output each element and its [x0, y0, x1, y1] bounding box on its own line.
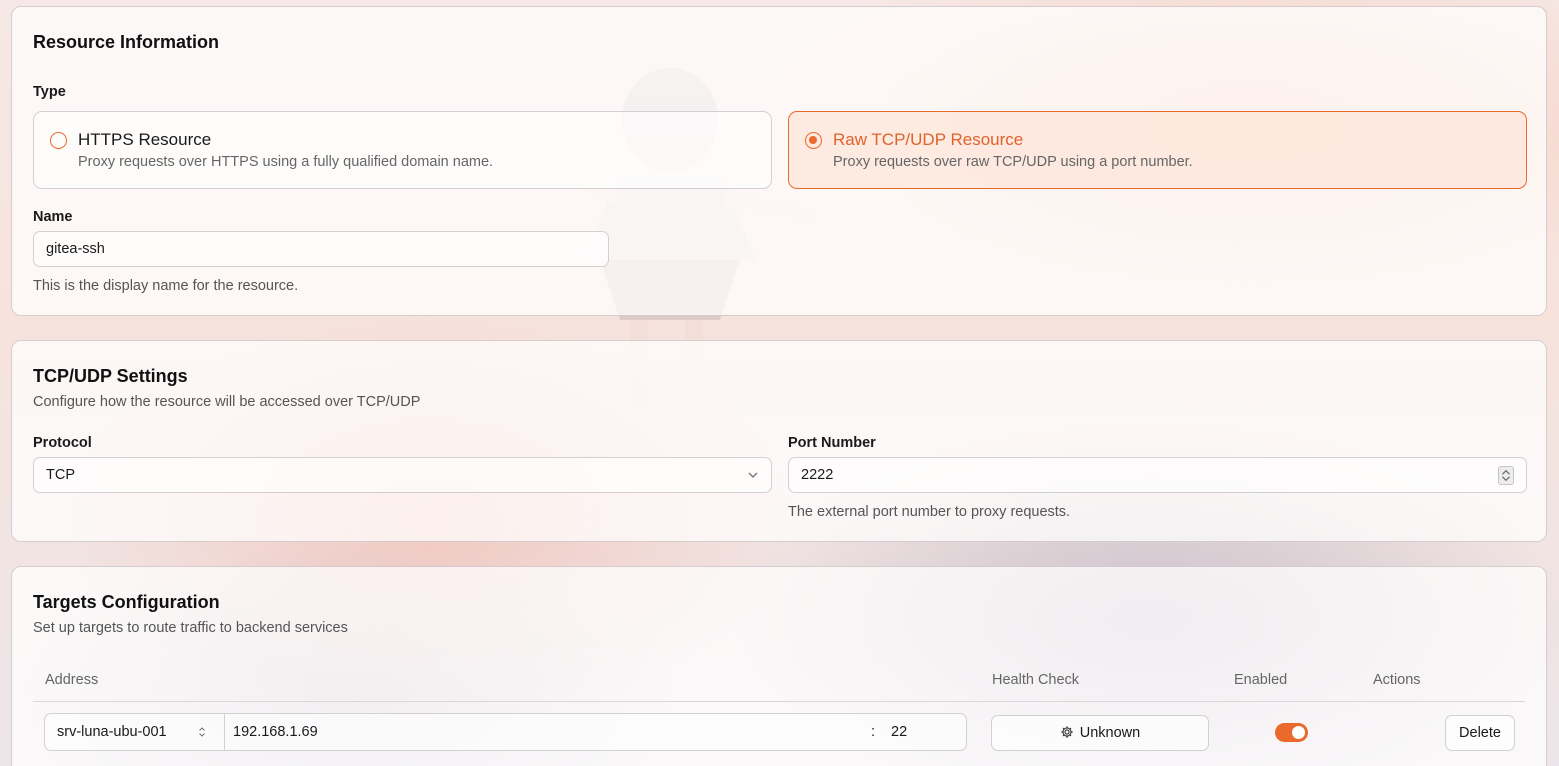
health-check-button[interactable]: Unknown [991, 715, 1209, 751]
section-description: Set up targets to route traffic to backe… [33, 620, 348, 636]
tcp-udp-settings-card: TCP/UDP Settings Configure how the resou… [11, 340, 1547, 542]
number-stepper-icon[interactable] [1498, 466, 1514, 485]
option-title: Raw TCP/UDP Resource [833, 130, 1024, 149]
port-number-value: 2222 [801, 467, 834, 483]
radio-selected-icon[interactable] [805, 132, 822, 149]
radio-unselected-icon[interactable] [50, 132, 67, 149]
column-header-actions: Actions [1373, 672, 1421, 688]
protocol-select[interactable]: TCP [33, 457, 772, 493]
address-input-group: srv-luna-ubu-001 192.168.1.69 : 22 [44, 713, 967, 751]
column-header-enabled: Enabled [1234, 672, 1288, 688]
name-input[interactable]: gitea-ssh [33, 231, 609, 267]
protocol-label: Protocol [33, 435, 92, 451]
chevron-updown-icon [199, 727, 205, 737]
type-label: Type [33, 84, 66, 100]
health-status-text: Unknown [1079, 725, 1141, 741]
section-title: TCP/UDP Settings [33, 366, 188, 386]
section-title: Resource Information [33, 32, 220, 52]
raw-tcp-udp-resource-option[interactable]: Raw TCP/UDP Resource Proxy requests over… [788, 111, 1527, 189]
port-number-input[interactable]: 2222 [788, 457, 1527, 493]
gear-icon [1061, 726, 1073, 738]
table-divider [33, 701, 1525, 702]
toggle-knob [1292, 726, 1305, 739]
protocol-value: TCP [46, 467, 75, 483]
https-resource-option[interactable]: HTTPS Resource Proxy requests over HTTPS… [33, 111, 772, 189]
name-helper-text: This is the display name for the resourc… [33, 278, 299, 294]
column-header-health-check: Health Check [992, 672, 1080, 688]
column-header-address: Address [45, 672, 99, 688]
name-label: Name [33, 209, 73, 225]
port-number-label: Port Number [788, 435, 876, 451]
delete-target-button[interactable]: Delete [1445, 715, 1515, 751]
option-title: HTTPS Resource [78, 130, 212, 149]
chevron-down-icon [748, 472, 758, 478]
section-title: Targets Configuration [33, 592, 220, 612]
targets-configuration-card: Targets Configuration Set up targets to … [11, 566, 1547, 766]
resource-information-card: Resource Information Type HTTPS Resource… [11, 6, 1547, 316]
port-helper-text: The external port number to proxy reques… [788, 504, 1071, 520]
site-select[interactable]: srv-luna-ubu-001 [45, 714, 225, 750]
enabled-toggle[interactable] [1275, 723, 1308, 742]
address-port-separator: : [871, 724, 876, 740]
site-value: srv-luna-ubu-001 [57, 724, 167, 740]
option-description: Proxy requests over raw TCP/UDP using a … [833, 154, 1193, 170]
section-description: Configure how the resource will be acces… [33, 394, 421, 410]
option-description: Proxy requests over HTTPS using a fully … [78, 154, 494, 170]
target-port-input[interactable]: 22 [891, 714, 907, 750]
ip-address-input[interactable]: 192.168.1.69 [233, 714, 318, 750]
